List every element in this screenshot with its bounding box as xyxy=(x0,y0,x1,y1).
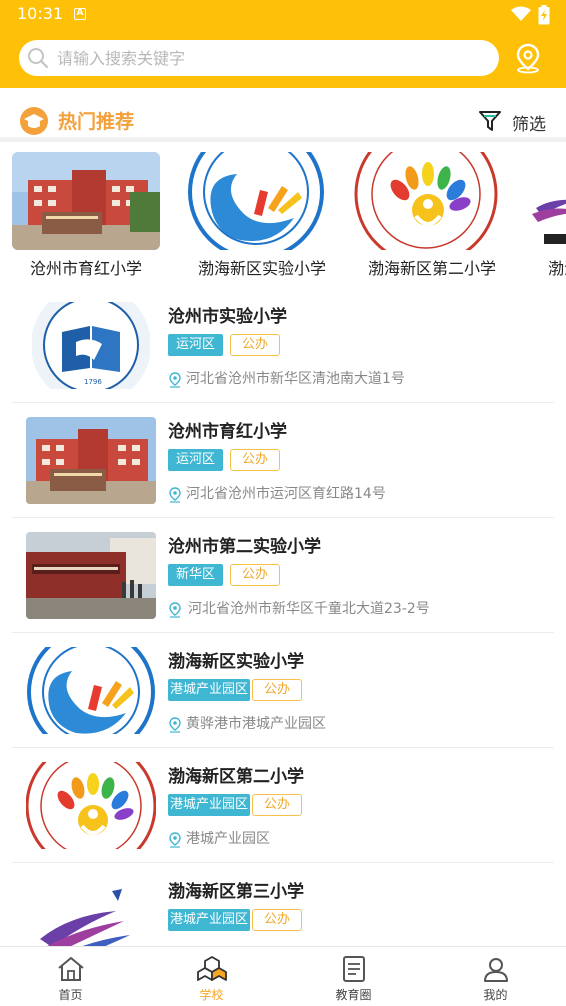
school-address: 河北省沧州市新华区千童北大道23-2号 xyxy=(188,601,430,617)
tab-label: 学校 xyxy=(199,988,224,1002)
status-time: 10:31 xyxy=(17,4,64,23)
tab-label: 首页 xyxy=(58,988,83,1002)
brush-logo xyxy=(26,877,156,946)
school-list-item[interactable]: 沧州市育红小学 运河区 公办 河北省沧州市运河区育红路14号 xyxy=(12,403,554,518)
school-name: 沧州市实验小学 xyxy=(168,307,287,327)
book-icon xyxy=(343,956,365,982)
wave-logo xyxy=(182,152,330,250)
filter-icon xyxy=(479,111,501,131)
carousel-card[interactable]: 沧州市育红小学 xyxy=(12,148,162,278)
hot-recommend-header: 热门推荐 筛选 xyxy=(0,98,566,138)
section-title: 热门推荐 xyxy=(58,111,135,133)
school-building-photo xyxy=(12,152,160,250)
district-tag: 运河区 xyxy=(168,449,224,471)
school-building-photo xyxy=(26,417,156,504)
school-type-tag: 公办 xyxy=(252,909,303,931)
rainbow-logo xyxy=(352,152,500,250)
school-address: 黄骅港市港城产业园区 xyxy=(186,716,326,732)
status-bar: 10:31 A xyxy=(0,0,566,30)
filter-label: 筛选 xyxy=(512,115,546,135)
tab-school[interactable]: 学校 xyxy=(141,947,282,1006)
graduation-cap-icon xyxy=(20,107,48,135)
school-address: 河北省沧州市运河区育红路14号 xyxy=(186,486,386,502)
carousel-card-name: 渤海新区第三小学 xyxy=(547,259,566,278)
location-icon xyxy=(169,832,181,848)
a-notification-icon: A xyxy=(74,8,86,20)
carousel-card[interactable]: 渤海新区实验小学 xyxy=(182,148,332,278)
carousel-card[interactable]: 渤海新区第三小学 xyxy=(522,148,566,278)
school-list: 1796 沧州市实验小学 运河区 公办 河北省沧州市新华区清池南大道1号 沧州市… xyxy=(0,288,566,946)
school-address: 河北省沧州市新华区清池南大道1号 xyxy=(186,371,405,387)
district-tag: 港城产业园区 xyxy=(168,679,251,701)
badge-logo: 1796 xyxy=(32,302,150,389)
school-gate-photo xyxy=(26,532,156,619)
district-tag: 运河区 xyxy=(168,334,224,356)
tab-label: 教育圈 xyxy=(335,988,372,1002)
tab-label: 我的 xyxy=(483,988,508,1002)
header: 10:31 A xyxy=(0,0,566,88)
carousel-card-name: 渤海新区实验小学 xyxy=(197,259,326,278)
school-type-tag: 公办 xyxy=(230,564,281,586)
school-list-item[interactable]: 渤海新区实验小学 港城产业园区 公办 黄骅港市港城产业园区 xyxy=(12,633,554,748)
wave-logo xyxy=(26,647,156,734)
tab-home[interactable]: 首页 xyxy=(0,947,141,1006)
school-list-item[interactable]: 渤海新区第三小学 港城产业园区 公办 xyxy=(12,863,554,946)
district-tag: 港城产业园区 xyxy=(168,794,251,816)
school-list-item[interactable]: 渤海新区第二小学 港城产业园区 公办 港城产业园区 xyxy=(12,748,554,863)
location-icon xyxy=(169,372,181,388)
svg-text:1796: 1796 xyxy=(84,378,102,386)
location-icon xyxy=(169,602,181,618)
cubes-icon xyxy=(197,956,227,981)
wifi-icon xyxy=(511,6,531,21)
carousel-card-name: 沧州市育红小学 xyxy=(29,259,142,278)
school-type-tag: 公办 xyxy=(252,679,303,701)
app: 10:31 A 请输入搜索关键字 热门推荐 筛选 沧州市育红小学 渤海新区实验小… xyxy=(0,0,566,1006)
search-input[interactable] xyxy=(57,40,487,76)
battery-icon xyxy=(538,5,550,25)
district-tag: 港城产业园区 xyxy=(168,909,251,931)
school-list-item[interactable]: 1796 沧州市实验小学 运河区 公办 河北省沧州市新华区清池南大道1号 xyxy=(12,288,554,403)
school-name: 沧州市第二实验小学 xyxy=(168,537,321,557)
school-name: 沧州市育红小学 xyxy=(168,422,287,442)
school-address: 港城产业园区 xyxy=(186,831,270,847)
district-tag: 新华区 xyxy=(168,564,224,586)
school-type-tag: 公办 xyxy=(230,449,281,471)
tab-education-circle[interactable]: 教育圈 xyxy=(283,947,424,1006)
location-icon xyxy=(169,717,181,733)
carousel-card-name: 渤海新区第二小学 xyxy=(367,259,496,278)
person-icon xyxy=(484,958,508,982)
search-bar[interactable] xyxy=(19,40,499,76)
school-type-tag: 公办 xyxy=(252,794,303,816)
bottom-tab-bar: 首页 学校 教育圈 我的 xyxy=(0,946,566,1006)
location-pin-icon[interactable] xyxy=(512,42,544,74)
rainbow-logo xyxy=(26,762,156,849)
divider xyxy=(0,137,566,142)
school-name: 渤海新区第二小学 xyxy=(168,767,304,787)
brush-logo xyxy=(522,152,566,250)
home-icon xyxy=(58,957,84,981)
school-name: 渤海新区第三小学 xyxy=(168,882,304,902)
carousel-card[interactable]: 渤海新区第二小学 xyxy=(352,148,502,278)
school-name: 渤海新区实验小学 xyxy=(168,652,304,672)
school-list-item[interactable]: 沧州市第二实验小学 新华区 公办 河北省沧州市新华区千童北大道23-2号 xyxy=(12,518,554,633)
tab-mine[interactable]: 我的 xyxy=(425,947,566,1006)
school-type-tag: 公办 xyxy=(230,334,281,356)
hot-school-carousel[interactable]: 沧州市育红小学 渤海新区实验小学 渤海新区第二小学 渤 xyxy=(0,148,566,280)
search-icon xyxy=(28,48,49,69)
location-icon xyxy=(169,487,181,503)
